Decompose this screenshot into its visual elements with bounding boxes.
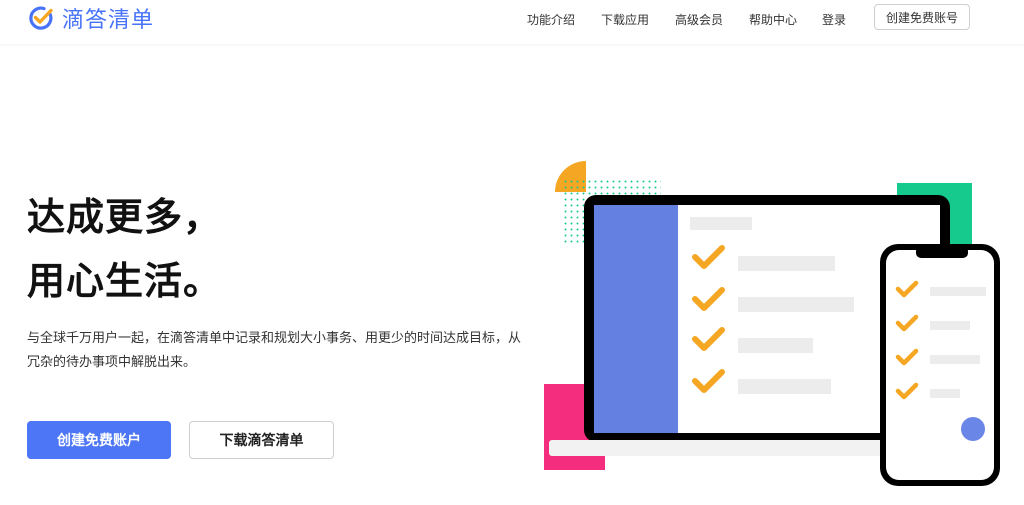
signup-button[interactable]: 创建免费账号 [874,4,970,30]
nav-item-download[interactable]: 下载应用 [601,11,649,28]
hero-description-line2: 冗杂的待办事项中解脱出来。 [27,355,197,370]
create-account-button[interactable]: 创建免费账户 [27,421,171,459]
laptop-and-phone-checklist-illustration [544,161,1000,486]
floating-action-button-circle [961,417,985,441]
hero-description-line1: 与全球千万用户一起，在滴答清单中记录和规划大小事务、用更少的时间达成目标，从 [27,331,522,346]
nav-item-premium[interactable]: 高级会员 [675,11,723,28]
top-navigation-bar: 滴答清单 功能介绍 下载应用 高级会员 帮助中心 登录 创建免费账号 [0,0,1024,44]
nav-item-login[interactable]: 登录 [822,11,846,28]
brand-name: 滴答清单 [62,8,155,33]
nav-item-help[interactable]: 帮助中心 [749,11,797,28]
check-circle-logo-icon [29,6,53,30]
hero-headline-line1: 达成更多， [27,195,223,239]
phone-mockup [880,244,1000,486]
brand-logo[interactable]: 滴答清单 [28,4,155,33]
hero-headline-line2: 用心生活。 [27,259,223,303]
laptop-sidebar [594,205,678,433]
nav-item-features[interactable]: 功能介绍 [527,11,575,28]
phone-notch [916,246,968,258]
download-app-button[interactable]: 下载滴答清单 [189,421,334,459]
